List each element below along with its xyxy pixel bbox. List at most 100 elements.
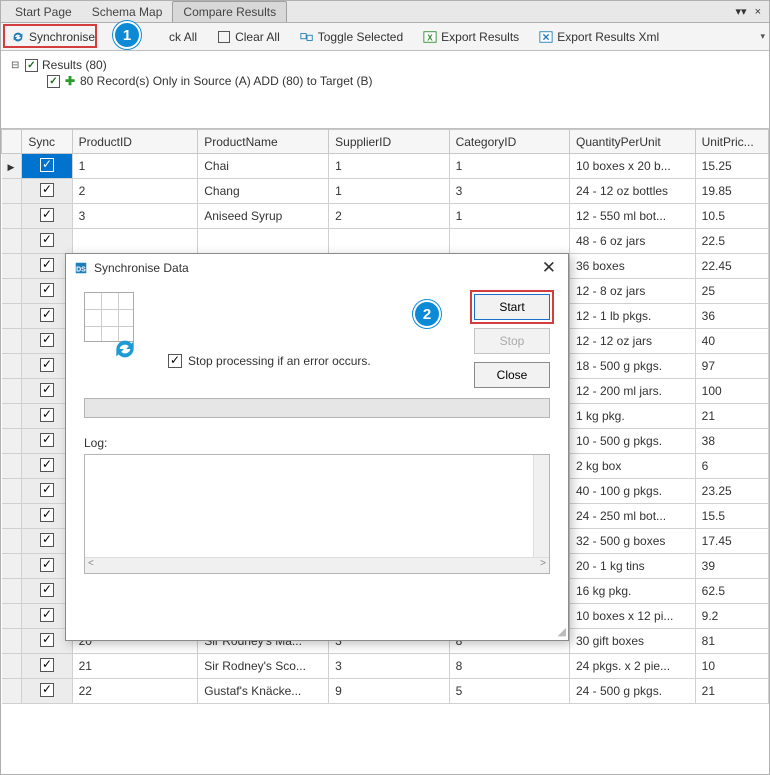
row-selector-header	[2, 130, 22, 154]
tree-root[interactable]: ⊟ Results (80)	[11, 57, 759, 73]
sync-checkbox-cell[interactable]	[22, 654, 72, 679]
callout-2: 2	[413, 300, 441, 328]
table-row[interactable]: 2Chang1324 - 12 oz bottles19.85	[2, 179, 769, 204]
cell-quantityperunit: 24 pkgs. x 2 pie...	[569, 654, 695, 679]
cell-quantityperunit: 18 - 500 g pkgs.	[569, 354, 695, 379]
autohide-button[interactable]: ▾▾	[732, 5, 751, 18]
synchronise-button[interactable]: Synchronise	[5, 27, 101, 47]
cell-unitprice: 21	[695, 679, 768, 704]
cell-unitprice: 17.45	[695, 529, 768, 554]
svg-text:X: X	[428, 33, 434, 42]
sync-checkbox-cell[interactable]	[22, 179, 72, 204]
row-selector[interactable]	[2, 629, 22, 654]
row-selector[interactable]	[2, 354, 22, 379]
col-productname[interactable]: ProductName	[198, 130, 329, 154]
sync-checkbox-cell[interactable]	[22, 204, 72, 229]
toggle-selected-label: Toggle Selected	[318, 30, 403, 44]
col-quantityperunit[interactable]: QuantityPerUnit	[569, 130, 695, 154]
table-row[interactable]: ▶1Chai1110 boxes x 20 b...15.25	[2, 154, 769, 179]
row-selector[interactable]	[2, 529, 22, 554]
cell-categoryid: 5	[449, 679, 569, 704]
col-productid[interactable]: ProductID	[72, 130, 198, 154]
row-selector[interactable]	[2, 504, 22, 529]
row-selector[interactable]	[2, 304, 22, 329]
row-selector[interactable]	[2, 229, 22, 254]
add-icon: ✚	[64, 74, 76, 88]
cell-quantityperunit: 24 - 500 g pkgs.	[569, 679, 695, 704]
start-button[interactable]: Start	[474, 294, 550, 320]
toggle-selected-button[interactable]: Toggle Selected	[294, 27, 409, 47]
cell-unitprice: 22.45	[695, 254, 768, 279]
log-textarea[interactable]: <>	[84, 454, 550, 574]
close-button[interactable]: Close	[474, 362, 550, 388]
sync-checkbox-cell[interactable]	[22, 154, 72, 179]
stop-on-error-checkbox[interactable]	[168, 354, 182, 368]
row-selector[interactable]	[2, 554, 22, 579]
export-results-xml-label: Export Results Xml	[557, 30, 659, 44]
cell-unitprice: 97	[695, 354, 768, 379]
cell-quantityperunit: 12 - 550 ml bot...	[569, 204, 695, 229]
cell-productid	[72, 229, 198, 254]
cell-quantityperunit: 48 - 6 oz jars	[569, 229, 695, 254]
toggle-icon	[300, 30, 314, 44]
table-row[interactable]: 22Gustaf's Knäcke...9524 - 500 g pkgs.21	[2, 679, 769, 704]
row-selector[interactable]	[2, 379, 22, 404]
row-selector[interactable]	[2, 179, 22, 204]
cell-quantityperunit: 20 - 1 kg tins	[569, 554, 695, 579]
tree-root-label: Results (80)	[42, 58, 107, 72]
row-selector[interactable]	[2, 204, 22, 229]
cell-categoryid: 1	[449, 204, 569, 229]
cell-unitprice: 100	[695, 379, 768, 404]
tab-schema-map[interactable]: Schema Map	[82, 2, 173, 22]
tree-root-checkbox[interactable]	[25, 59, 38, 72]
col-unitprice[interactable]: UnitPric...	[695, 130, 768, 154]
cell-supplierid: 1	[329, 154, 449, 179]
row-selector[interactable]	[2, 654, 22, 679]
log-scrollbar-vertical[interactable]	[533, 455, 549, 557]
log-label: Log:	[84, 436, 550, 450]
dialog-close-button[interactable]: ✕	[538, 258, 560, 278]
export-results-label: Export Results	[441, 30, 519, 44]
svg-text:DS: DS	[76, 267, 86, 274]
cell-unitprice: 9.2	[695, 604, 768, 629]
tree-child[interactable]: ✚ 80 Record(s) Only in Source (A) ADD (8…	[11, 73, 759, 89]
col-categoryid[interactable]: CategoryID	[449, 130, 569, 154]
cell-quantityperunit: 12 - 1 lb pkgs.	[569, 304, 695, 329]
row-selector[interactable]	[2, 429, 22, 454]
cell-quantityperunit: 24 - 250 ml bot...	[569, 504, 695, 529]
log-scrollbar-horizontal[interactable]: <>	[85, 557, 549, 573]
table-row[interactable]: 3Aniseed Syrup2112 - 550 ml bot...10.5	[2, 204, 769, 229]
col-sync[interactable]: Sync	[22, 130, 72, 154]
row-selector[interactable]	[2, 579, 22, 604]
cell-unitprice: 22.5	[695, 229, 768, 254]
export-results-xml-button[interactable]: Export Results Xml	[533, 27, 665, 47]
row-selector[interactable]	[2, 279, 22, 304]
tab-start-page[interactable]: Start Page	[5, 2, 82, 22]
table-row[interactable]: 21Sir Rodney's Sco...3824 pkgs. x 2 pie.…	[2, 654, 769, 679]
tab-compare-results[interactable]: Compare Results	[172, 1, 287, 22]
row-selector[interactable]	[2, 479, 22, 504]
collapse-icon[interactable]: ⊟	[11, 60, 21, 71]
row-selector[interactable]: ▶	[2, 154, 22, 179]
row-selector[interactable]	[2, 679, 22, 704]
clear-all-button[interactable]: Clear All	[211, 27, 286, 47]
check-all-button[interactable]: ck All	[163, 27, 203, 47]
row-selector[interactable]	[2, 454, 22, 479]
close-panel-button[interactable]: ×	[751, 6, 765, 18]
table-row[interactable]: 48 - 6 oz jars22.5	[2, 229, 769, 254]
row-selector[interactable]	[2, 404, 22, 429]
cell-unitprice: 10	[695, 654, 768, 679]
export-results-button[interactable]: X Export Results	[417, 27, 525, 47]
tree-child-checkbox[interactable]	[47, 75, 60, 88]
row-selector[interactable]	[2, 329, 22, 354]
col-supplierid[interactable]: SupplierID	[329, 130, 449, 154]
row-selector[interactable]	[2, 254, 22, 279]
callout-1: 1	[113, 21, 141, 49]
resize-grip-icon[interactable]: ◢	[558, 625, 566, 638]
cell-unitprice: 10.5	[695, 204, 768, 229]
toolbar-overflow-icon[interactable]: ▾	[760, 31, 765, 42]
cell-productname: Chai	[198, 154, 329, 179]
row-selector[interactable]	[2, 604, 22, 629]
sync-checkbox-cell[interactable]	[22, 679, 72, 704]
sync-checkbox-cell[interactable]	[22, 229, 72, 254]
